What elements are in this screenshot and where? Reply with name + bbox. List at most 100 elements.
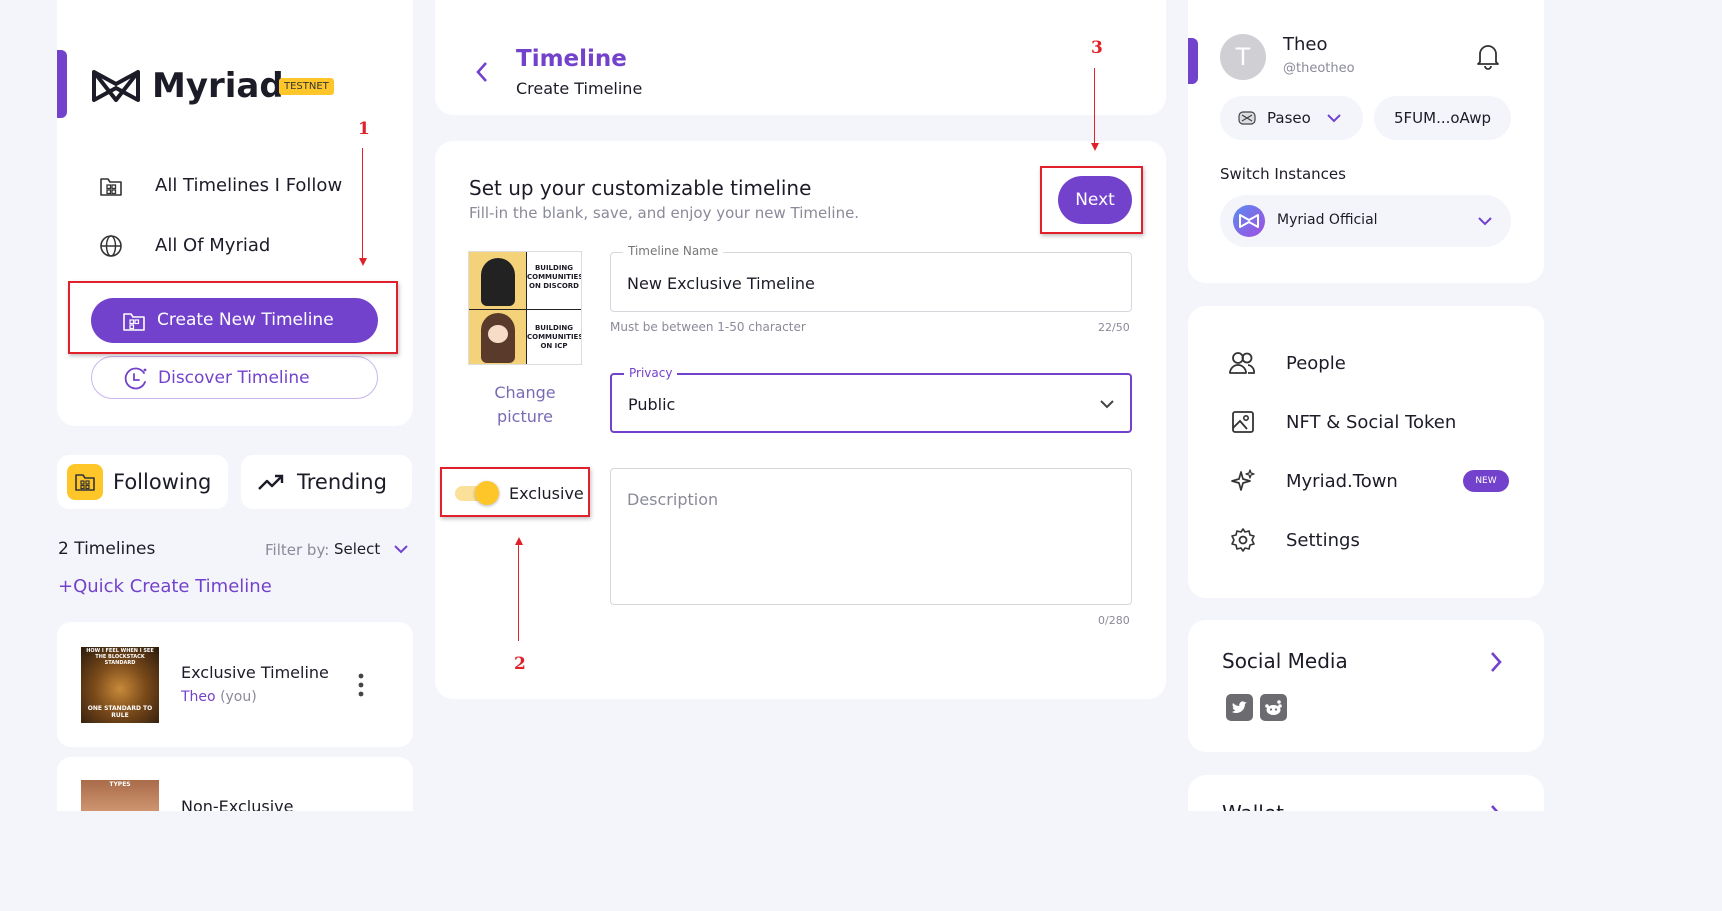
trending-icon [257,470,285,494]
chevron-right-icon[interactable] [1488,650,1504,674]
bell-icon[interactable] [1475,42,1501,70]
filter-select[interactable]: Select [334,539,414,561]
annotation-arrowhead-1 [359,258,367,266]
annotation-arrow-1 [362,148,363,258]
timeline-list-item[interactable]: TYPES Non-Exclusive [57,757,413,811]
twitter-icon[interactable] [1226,694,1253,721]
annotation-number-2: 2 [514,654,526,674]
menu-item-label: People [1286,353,1346,374]
timeline-thumbnail: HOW I FEEL WHEN I SEE THE BLOCKSTACK STA… [81,647,159,723]
timeline-name-counter: 22/50 [1098,321,1130,334]
wallet-address: 5FUM...oAwp [1393,109,1492,127]
description-counter: 0/280 [1098,614,1130,627]
reddit-icon[interactable] [1260,694,1287,721]
privacy-label: Privacy [624,366,678,380]
tab-following-label: Following [113,470,212,494]
change-picture-link[interactable]: Change picture [475,381,575,429]
thumb-bottom-text: ONE STANDARD TO RULE [87,705,153,719]
privacy-select[interactable]: Privacy Public [610,366,1132,433]
timeline-count: 2 Timelines [58,539,156,559]
profile-name: Theo [1283,34,1328,55]
page-title: Timeline [516,46,627,72]
menu-item-nft[interactable]: NFT & Social Token [1228,407,1518,437]
timeline-owner: Theo (you) [181,689,257,705]
instance-select[interactable]: Myriad Official [1220,195,1511,247]
timeline-name-label: Timeline Name [623,244,724,258]
gear-icon [1230,527,1256,553]
switch-instances-label: Switch Instances [1220,165,1346,183]
timeline-name-value: New Exclusive Timeline [627,274,815,293]
timeline-name-field[interactable]: Timeline Name New Exclusive Timeline [610,244,1132,312]
timeline-picture[interactable]: BUILDING COMMUNITIES ON DISCORD BUILDING… [468,251,582,365]
tab-trending-label: Trending [297,470,387,494]
form-heading: Set up your customizable timeline [469,176,812,200]
chevron-down-icon [1098,397,1116,411]
annotation-box-create-button [68,281,398,354]
network-select[interactable]: Paseo [1220,96,1363,140]
new-badge: NEW [1463,470,1509,492]
discover-timeline-button[interactable]: Discover Timeline [91,356,378,399]
tab-following[interactable]: Following [57,455,228,509]
more-vertical-icon[interactable] [357,672,365,698]
quick-create-timeline-link[interactable]: +Quick Create Timeline [58,576,272,597]
wallet-address-button[interactable]: 5FUM...oAwp [1374,96,1511,140]
left-nav-card: Myriad TESTNET All Timelines I Follow Al… [57,0,413,426]
menu-item-label: Settings [1286,530,1360,551]
nav-item-all-timelines-follow[interactable]: All Timelines I Follow [97,170,397,202]
nav-item-label: All Timelines I Follow [155,175,343,196]
instance-name: Myriad Official [1277,212,1378,228]
network-label: Paseo [1267,109,1311,127]
chevron-down-icon [392,542,410,556]
filter-value: Select [334,540,381,558]
annotation-box-next [1040,166,1143,234]
timeline-title: Exclusive Timeline [181,663,329,682]
right-menu-card: People NFT & Social Token Myriad.Town NE… [1188,306,1544,598]
annotation-arrowhead-3 [1091,143,1099,151]
nav-item-all-of-myriad[interactable]: All Of Myriad [97,230,397,262]
tab-trending[interactable]: Trending [241,455,412,509]
description-textarea[interactable]: Description [610,468,1132,605]
menu-item-people[interactable]: People [1228,348,1518,378]
filter-label: Filter by: [265,541,330,559]
social-media-card: Social Media [1188,620,1544,752]
chevron-down-icon [1325,111,1343,125]
back-chevron-icon[interactable] [473,60,491,84]
network-icon [1238,110,1256,126]
instance-logo-icon [1233,205,1265,237]
annotation-number-3: 3 [1091,38,1103,58]
meme-face [488,325,508,343]
meme-caption-bottom: BUILDING COMMUNITIES ON ICP [527,324,582,350]
meme-divider [469,309,581,310]
menu-item-label: NFT & Social Token [1286,412,1457,433]
header-card: Timeline Create Timeline [435,0,1166,115]
discover-icon [122,364,150,392]
nav-item-label: All Of Myriad [155,235,271,256]
meme-panel-bottom-image [469,309,526,364]
image-icon [1230,409,1256,435]
page-subtitle: Create Timeline [516,79,643,98]
thumb-top-text: TYPES [109,781,131,788]
active-indicator [1188,38,1198,84]
menu-item-settings[interactable]: Settings [1228,525,1518,555]
description-placeholder: Description [627,490,719,509]
timeline-list-item[interactable]: HOW I FEEL WHEN I SEE THE BLOCKSTACK STA… [57,622,413,747]
timeline-title: Non-Exclusive [181,797,294,811]
privacy-value: Public [628,395,676,414]
page-bottom-band [0,811,1722,911]
social-media-title: Social Media [1222,649,1348,673]
avatar-initial: T [1235,43,1251,71]
form-subheading: Fill-in the blank, save, and enjoy your … [469,204,860,222]
menu-item-label: Myriad.Town [1286,471,1398,492]
annotation-arrow-3 [1094,68,1095,143]
folder-grid-icon [97,172,125,200]
meme-caption-top: BUILDING COMMUNITIES ON DISCORD [527,264,582,290]
avatar[interactable]: T [1220,34,1266,80]
annotation-arrow-2 [518,545,519,641]
annotation-arrowhead-2 [515,537,523,545]
myriad-logo-icon [90,66,142,106]
menu-item-myriad-town[interactable]: Myriad.Town NEW [1228,466,1518,496]
discover-button-label: Discover Timeline [158,368,310,388]
thumb-top-text: HOW I FEEL WHEN I SEE THE BLOCKSTACK STA… [86,648,154,666]
people-icon [1228,350,1256,376]
active-indicator [57,50,67,118]
